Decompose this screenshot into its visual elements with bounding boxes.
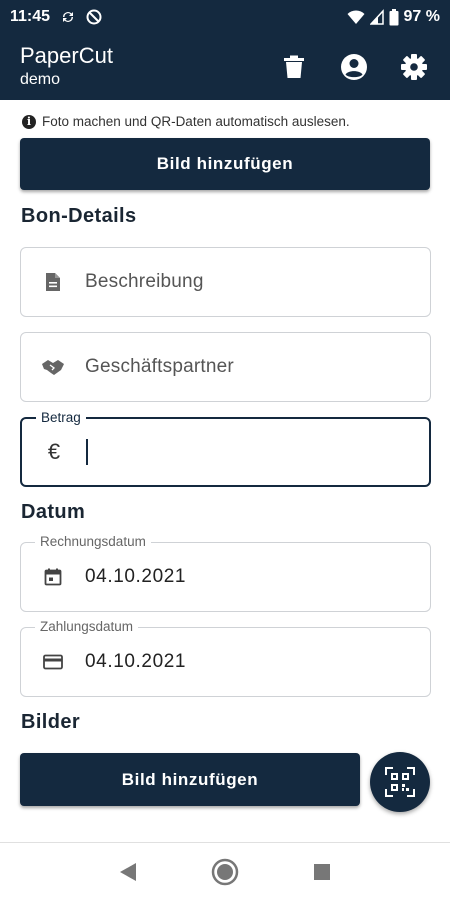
status-bar: 11:45 97 % bbox=[0, 0, 450, 34]
payment-date-value: 04.10.2021 bbox=[85, 651, 187, 672]
settings-icon bbox=[401, 54, 427, 80]
handshake-icon bbox=[21, 358, 85, 376]
status-time: 11:45 bbox=[10, 8, 51, 25]
account-icon bbox=[341, 54, 367, 80]
sync-icon bbox=[60, 9, 76, 25]
currency-symbol: € bbox=[47, 439, 61, 464]
invoice-date-value: 04.10.2021 bbox=[85, 566, 187, 587]
document-icon bbox=[21, 272, 85, 292]
wifi-icon bbox=[347, 9, 365, 25]
partner-field[interactable]: Geschäftspartner bbox=[20, 332, 431, 402]
info-icon: i bbox=[22, 114, 36, 129]
hint-text: Foto machen und QR-Daten automatisch aus… bbox=[42, 114, 350, 129]
qr-scan-button[interactable] bbox=[370, 752, 430, 812]
amount-field[interactable]: Betrag € bbox=[20, 410, 431, 487]
app-bar: PaperCut demo bbox=[0, 34, 450, 100]
system-nav-bar bbox=[0, 842, 450, 900]
nav-home-button[interactable] bbox=[205, 852, 245, 892]
section-title-images: Bilder bbox=[21, 711, 81, 733]
euro-icon: € bbox=[22, 439, 86, 465]
description-placeholder: Beschreibung bbox=[85, 271, 204, 292]
battery-level: 97 % bbox=[403, 8, 440, 25]
account-button[interactable] bbox=[338, 51, 370, 83]
credit-card-icon bbox=[21, 654, 85, 670]
description-field[interactable]: Beschreibung bbox=[20, 247, 431, 317]
signal-icon bbox=[369, 9, 384, 25]
nav-recents-button[interactable] bbox=[302, 852, 342, 892]
back-icon bbox=[120, 862, 137, 881]
payment-date-field[interactable]: Zahlungsdatum 04.10.2021 bbox=[20, 619, 431, 697]
nav-back-button[interactable] bbox=[108, 852, 148, 892]
home-icon bbox=[211, 858, 239, 885]
battery-icon bbox=[389, 8, 399, 26]
payment-date-label: Zahlungsdatum bbox=[35, 619, 139, 635]
do-not-disturb-icon bbox=[86, 9, 102, 25]
section-title-date: Datum bbox=[21, 501, 86, 523]
partner-placeholder: Geschäftspartner bbox=[85, 356, 234, 377]
delete-icon bbox=[284, 55, 304, 78]
text-cursor bbox=[86, 439, 88, 465]
app-title: PaperCut bbox=[20, 43, 113, 68]
add-image-button-top[interactable]: Bild hinzufügen bbox=[20, 138, 430, 190]
invoice-date-field[interactable]: Rechnungsdatum 04.10.2021 bbox=[20, 534, 431, 612]
section-title-receipt-details: Bon-Details bbox=[21, 205, 137, 227]
recents-icon bbox=[313, 863, 330, 880]
add-image-button-bottom[interactable]: Bild hinzufügen bbox=[20, 753, 360, 806]
amount-label: Betrag bbox=[36, 410, 86, 426]
settings-button[interactable] bbox=[398, 51, 430, 83]
calendar-icon bbox=[21, 568, 85, 586]
qr-scan-icon bbox=[385, 767, 415, 797]
hint: i Foto machen und QR-Daten automatisch a… bbox=[22, 114, 350, 129]
invoice-date-label: Rechnungsdatum bbox=[35, 534, 151, 550]
delete-button[interactable] bbox=[278, 51, 310, 83]
app-subtitle: demo bbox=[20, 71, 61, 88]
